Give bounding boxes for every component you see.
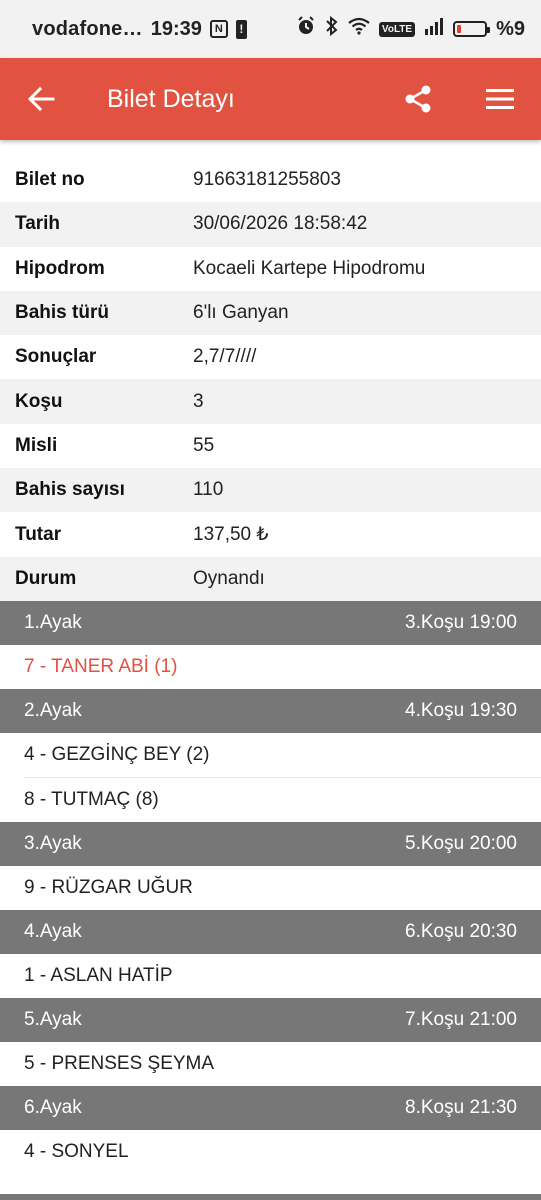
signal-icon	[424, 17, 444, 41]
leg-header: 3.Ayak 5.Koşu 20:00	[0, 821, 541, 866]
detail-value: Oynandı	[193, 567, 265, 589]
ticket-details: Bilet no 91663181255803 Tarih 30/06/2026 18…	[0, 158, 541, 601]
detail-row: Bilet no 91663181255803	[0, 158, 541, 203]
detail-value: 91663181255803	[193, 169, 341, 191]
share-button[interactable]	[377, 84, 459, 114]
leg-name: 3.Ayak	[24, 832, 82, 854]
legs-list: 1.Ayak 3.Koşu 19:00 7 - TANER ABİ (1) 2.Aya…	[0, 600, 541, 1174]
share-icon	[405, 85, 431, 113]
detail-label: Bahis sayısı	[15, 479, 125, 501]
detail-value: 6'lı Ganyan	[193, 302, 289, 324]
leg-header: 4.Ayak 6.Koşu 20:30	[0, 909, 541, 954]
detail-label: Bahis türü	[15, 302, 109, 324]
detail-value: 137,50 ₺	[193, 524, 269, 546]
detail-label: Durum	[15, 567, 77, 589]
alert-icon: !	[235, 19, 247, 39]
status-bar: vodafone… 19:39 N ! VoLTE %9	[0, 0, 541, 58]
bluetooth-icon	[325, 15, 339, 42]
horse-selection: 8 - TUTMAÇ (8)	[0, 777, 541, 822]
volte-icon: VoLTE	[378, 21, 416, 37]
leg-header: 5.Ayak 7.Koşu 21:00	[0, 997, 541, 1042]
detail-label: Tutar	[15, 523, 62, 545]
leg-race-time: 7.Koşu 21:00	[405, 1008, 517, 1030]
detail-row: Bahis türü 6'lı Ganyan	[0, 290, 541, 336]
detail-row: Bahis sayısı 110	[0, 468, 541, 513]
detail-row: Sonuçlar 2,7/7////	[0, 335, 541, 380]
horse-selection: 7 - TANER ABİ (1)	[0, 644, 541, 689]
detail-row: Misli 55	[0, 423, 541, 469]
detail-label: Hipodrom	[15, 257, 105, 279]
detail-row: Durum Oynandı	[0, 556, 541, 601]
leg-name: 4.Ayak	[24, 920, 82, 942]
detail-label: Koşu	[15, 390, 63, 412]
horse-selection: 4 - GEZGİNÇ BEY (2)	[24, 732, 541, 778]
horse-selection: 9 - RÜZGAR UĞUR	[0, 865, 541, 910]
detail-value: 2,7/7////	[193, 346, 257, 368]
detail-row: Tutar 137,50 ₺	[0, 512, 541, 557]
back-button[interactable]	[0, 87, 82, 111]
detail-value: 30/06/2026 18:58:42	[193, 213, 368, 235]
detail-row: Tarih 30/06/2026 18:58:42	[0, 202, 541, 247]
detail-label: Sonuçlar	[15, 346, 97, 368]
detail-label: Tarih	[15, 213, 61, 235]
battery-icon	[453, 21, 491, 37]
leg-race-time: 5.Koşu 20:00	[405, 832, 517, 854]
leg-race-time: 8.Koşu 21:30	[405, 1096, 517, 1118]
page-title: Bilet Detayı	[107, 84, 235, 113]
detail-value: 3	[193, 390, 204, 412]
leg-race-time: 4.Koşu 19:30	[405, 699, 517, 721]
next-leg-header-partial	[0, 1194, 541, 1200]
app-bar: Bilet Detayı	[0, 58, 541, 140]
leg-race-time: 3.Koşu 19:00	[405, 611, 517, 633]
arrow-left-icon	[27, 87, 55, 111]
leg-name: 1.Ayak	[24, 611, 82, 633]
detail-label: Bilet no	[15, 169, 85, 191]
detail-label: Misli	[15, 434, 58, 456]
battery-percentage: %9	[496, 17, 525, 40]
leg-header: 1.Ayak 3.Koşu 19:00	[0, 600, 541, 645]
detail-row: Hipodrom Kocaeli Kartepe Hipodromu	[0, 246, 541, 291]
nfc-icon: N	[209, 20, 228, 38]
horse-selection: 1 - ASLAN HATİP	[0, 953, 541, 998]
horse-selection: 4 - SONYEL	[0, 1129, 541, 1174]
leg-name: 2.Ayak	[24, 699, 82, 721]
leg-header: 2.Ayak 4.Koşu 19:30	[0, 688, 541, 733]
detail-row: Koşu 3	[0, 379, 541, 424]
detail-value: Kocaeli Kartepe Hipodromu	[193, 257, 426, 279]
leg-name: 6.Ayak	[24, 1096, 82, 1118]
wifi-icon	[348, 17, 370, 41]
leg-race-time: 6.Koşu 20:30	[405, 920, 517, 942]
detail-value: 110	[193, 479, 224, 501]
carrier-name: vodafone…	[32, 17, 143, 40]
clock-time: 19:39	[150, 17, 202, 40]
leg-header: 6.Ayak 8.Koşu 21:30	[0, 1085, 541, 1130]
menu-button[interactable]	[459, 88, 541, 110]
menu-icon	[486, 89, 514, 109]
leg-name: 5.Ayak	[24, 1008, 82, 1030]
horse-selection: 5 - PRENSES ŞEYMA	[0, 1041, 541, 1086]
detail-value: 55	[193, 434, 215, 456]
alarm-icon	[296, 16, 316, 42]
